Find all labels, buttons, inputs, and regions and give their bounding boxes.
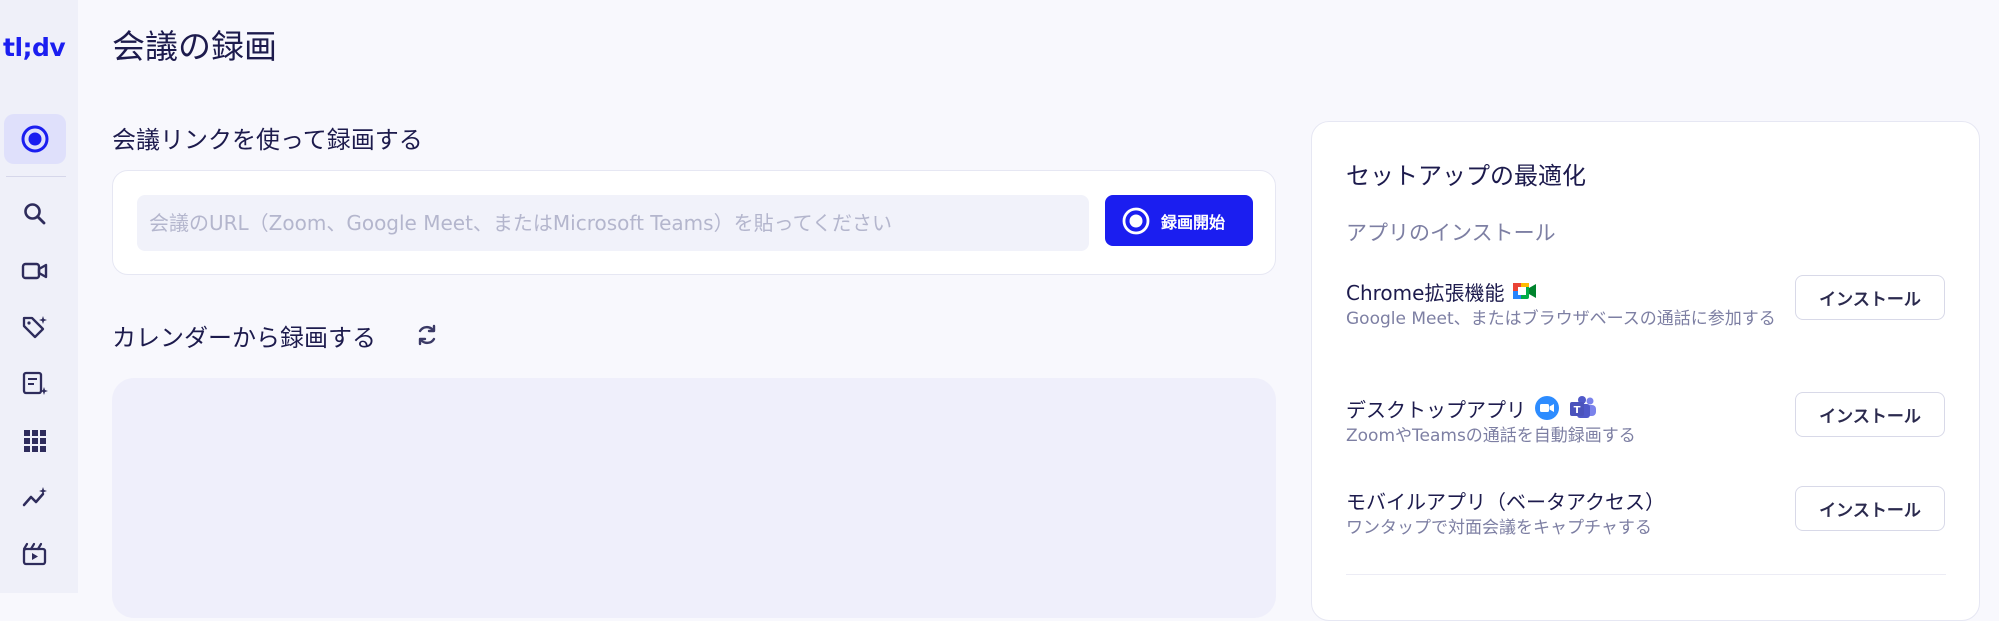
setup-title: セットアップの最適化 xyxy=(1346,162,1586,190)
zoom-icon xyxy=(1535,396,1559,420)
app-description: ZoomやTeamsの通話を自動録画する xyxy=(1346,426,1636,446)
logo[interactable]: tl;dv xyxy=(3,33,66,62)
record-icon xyxy=(21,125,49,153)
install-desktop-app-button[interactable]: インストール xyxy=(1795,392,1945,437)
url-record-card: 録画開始 xyxy=(112,170,1276,275)
app-description: Google Meet、またはブラウザベースの通話に参加する xyxy=(1346,309,1776,329)
setup-optimization-card: セットアップの最適化 アプリのインストール Chrome拡張機能 Google … xyxy=(1311,121,1980,621)
sidebar-item-analytics[interactable] xyxy=(4,473,66,523)
sidebar-item-apps[interactable] xyxy=(4,416,66,466)
app-name: モバイルアプリ（ベータアクセス） xyxy=(1346,489,1665,514)
sidebar: tl;dv xyxy=(0,0,78,593)
app-name: Chrome拡張機能 xyxy=(1346,280,1505,305)
start-recording-label: 録画開始 xyxy=(1161,212,1226,232)
install-apps-subtitle: アプリのインストール xyxy=(1346,221,1556,245)
install-mobile-app-button[interactable]: インストール xyxy=(1795,486,1945,531)
apps-grid-icon xyxy=(24,430,46,452)
divider xyxy=(1346,574,1946,575)
video-icon xyxy=(21,262,48,280)
svg-text:T: T xyxy=(1574,405,1581,416)
app-description: ワンタップで対面会議をキャプチャする xyxy=(1346,518,1652,538)
google-meet-icon xyxy=(1513,283,1537,299)
start-recording-button[interactable]: 録画開始 xyxy=(1105,195,1253,246)
sidebar-item-record[interactable] xyxy=(4,114,66,164)
sidebar-item-search[interactable] xyxy=(4,189,66,239)
tag-sparkle-icon xyxy=(22,316,47,339)
install-chrome-extension-button[interactable]: インストール xyxy=(1795,275,1945,320)
notes-icon xyxy=(22,371,48,395)
app-name: デスクトップアプリ xyxy=(1346,397,1526,422)
sidebar-item-tags[interactable] xyxy=(4,302,66,352)
meeting-url-input[interactable] xyxy=(137,195,1089,251)
record-icon xyxy=(1122,207,1150,234)
calendar-section-title: カレンダーから録画する xyxy=(112,324,376,352)
refresh-icon[interactable] xyxy=(414,322,440,348)
sidebar-divider xyxy=(6,176,66,177)
link-section-title: 会議リンクを使って録画する xyxy=(112,126,423,154)
sidebar-item-clips[interactable] xyxy=(4,529,66,579)
sidebar-item-notes[interactable] xyxy=(4,359,66,409)
search-icon xyxy=(24,203,46,225)
sidebar-item-meetings[interactable] xyxy=(4,246,66,296)
calendar-panel xyxy=(112,378,1276,618)
page-title: 会議の録画 xyxy=(112,27,277,66)
teams-icon: T xyxy=(1570,396,1596,418)
analytics-icon xyxy=(22,487,47,507)
clips-icon xyxy=(22,542,47,566)
